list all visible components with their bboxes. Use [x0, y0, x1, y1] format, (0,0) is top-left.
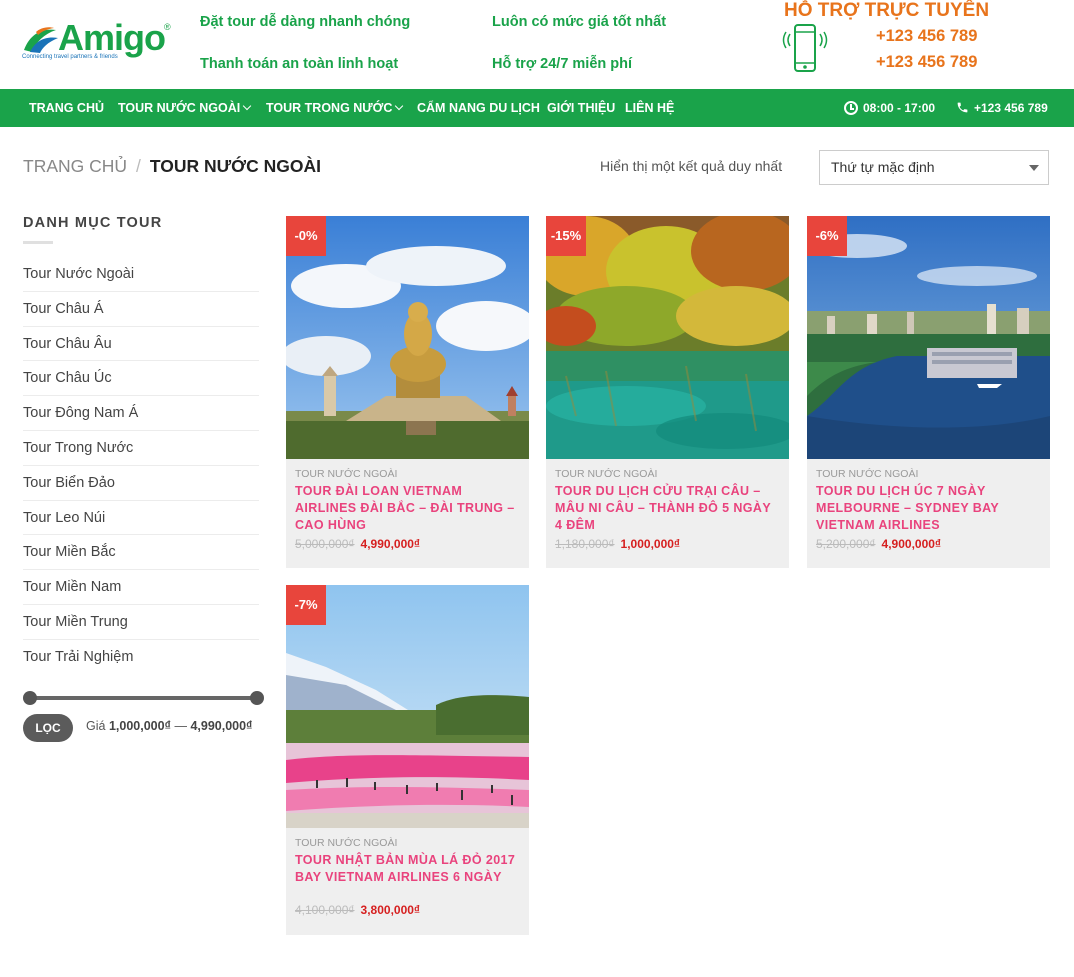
category-item[interactable]: Tour Miền Nam	[23, 570, 259, 605]
category-item[interactable]: Tour Nước Ngoài	[23, 257, 259, 292]
logo-mark-icon	[24, 27, 58, 53]
sale-price: 1,000,000₫	[620, 537, 681, 551]
price-slider-min-handle[interactable]	[23, 691, 37, 705]
product-prices: 1,180,000₫ 1,000,000₫	[555, 537, 680, 551]
product-category[interactable]: TOUR NƯỚC NGOÀI	[816, 468, 918, 480]
clock-icon	[844, 101, 858, 115]
product-category[interactable]: TOUR NƯỚC NGOÀI	[295, 468, 397, 480]
old-price: 4,100,000₫	[295, 903, 355, 917]
product-prices: 5,200,000₫ 4,900,000₫	[816, 537, 941, 551]
breadcrumb: TRANG CHỦ / TOUR NƯỚC NGOÀI	[23, 156, 321, 177]
category-item[interactable]: Tour Châu Âu	[23, 327, 259, 362]
chevron-down-icon	[395, 101, 404, 111]
feature-easy-booking: Đặt tour dễ dàng nhanh chóng	[200, 14, 411, 30]
sort-selected-value: Thứ tự mặc định	[831, 159, 935, 175]
nav-label: TRANG CHỦ	[29, 101, 104, 115]
old-price: 5,200,000₫	[816, 537, 876, 551]
sale-price: 4,900,000₫	[881, 537, 942, 551]
sale-price: 4,990,000₫	[360, 537, 421, 551]
discount-badge: -0%	[286, 216, 326, 256]
opening-hours: 08:00 - 17:00	[844, 89, 935, 127]
breadcrumb-home[interactable]: TRANG CHỦ	[23, 156, 127, 176]
product-prices: 4,100,000₫ 3,800,000₫	[295, 903, 420, 917]
product-image-buddha[interactable]: -0%	[286, 216, 529, 459]
breadcrumb-separator: /	[136, 156, 141, 176]
old-price: 1,180,000₫	[555, 537, 615, 551]
nav-item-domestic-tours[interactable]: TOUR TRONG NƯỚC	[266, 89, 404, 127]
product-image-fuji[interactable]: -7%	[286, 585, 529, 828]
product-title[interactable]: TOUR NHẬT BẢN MÙA LÁ ĐỎ 2017 BAY VIETNAM…	[295, 852, 521, 886]
feature-safe-payment: Thanh toán an toàn linh hoạt	[200, 56, 399, 72]
product-image-autumn-lake[interactable]: -15%	[546, 216, 789, 459]
sidebar-title-divider	[23, 241, 53, 244]
filter-button[interactable]: LỌC	[23, 714, 73, 742]
price-range-text: Giá 1,000,000₫ — 4,990,000₫	[86, 719, 252, 733]
nav-item-home[interactable]: TRANG CHỦ	[29, 89, 104, 127]
nav-label: CẨM NANG DU LỊCH	[417, 101, 540, 115]
price-slider-range	[30, 696, 257, 700]
category-item[interactable]: Tour Trong Nước	[23, 431, 259, 466]
category-item[interactable]: Tour Châu Úc	[23, 361, 259, 397]
site-header: Amigo ® Connecting travel partners & fri…	[0, 0, 1074, 89]
product-title[interactable]: TOUR DU LỊCH CỬU TRẠI CÂU – MÂU NI CÂU –…	[555, 483, 781, 534]
chevron-down-icon	[242, 101, 252, 111]
phone-handset-icon	[957, 102, 968, 113]
result-count: Hiển thị một kết quả duy nhất	[600, 158, 783, 174]
nav-label: TOUR NƯỚC NGOÀI	[118, 101, 241, 115]
main-nav: TRANG CHỦ TOUR NƯỚC NGOÀI TOUR TRONG NƯỚ…	[0, 89, 1074, 127]
price-min: 1,000,000₫	[108, 719, 171, 733]
phone-icon	[782, 24, 828, 72]
nav-item-foreign-tours[interactable]: TOUR NƯỚC NGOÀI	[118, 89, 252, 127]
caret-down-icon	[1029, 165, 1039, 171]
product-card[interactable]: -15% TOUR NƯỚC NGOÀI TOUR DU LỊCH CỬU TR…	[546, 216, 789, 568]
nav-item-travel-guide[interactable]: CẨM NANG DU LỊCH	[417, 89, 540, 127]
product-title[interactable]: TOUR DU LỊCH ÚC 7 NGÀY MELBOURNE – SYDNE…	[816, 483, 1042, 534]
product-category[interactable]: TOUR NƯỚC NGOÀI	[555, 468, 657, 480]
site-logo[interactable]: Amigo ® Connecting travel partners & fri…	[22, 17, 177, 64]
hours-text: 08:00 - 17:00	[863, 101, 936, 115]
nav-label: TOUR TRONG NƯỚC	[266, 101, 393, 115]
nav-phone-text: +123 456 789	[974, 101, 1048, 115]
category-item[interactable]: Tour Châu Á	[23, 292, 259, 327]
feature-best-price: Luôn có mức giá tốt nhất	[492, 14, 667, 30]
price-dash: —	[174, 719, 187, 733]
nav-item-about[interactable]: GIỚI THIỆU	[547, 89, 615, 127]
category-item[interactable]: Tour Trải Nghiệm	[23, 640, 259, 675]
category-item[interactable]: Tour Biển Đảo	[23, 466, 259, 501]
nav-item-contact[interactable]: LIÊN HỆ	[625, 89, 674, 127]
support-phone-1[interactable]: +123 456 789	[876, 27, 977, 46]
support-phone-2[interactable]: +123 456 789	[876, 53, 977, 72]
product-title[interactable]: TOUR ĐÀI LOAN VIETNAM AIRLINES ĐÀI BẮC –…	[295, 483, 521, 534]
price-slider-max-handle[interactable]	[250, 691, 264, 705]
logo-tagline: Connecting travel partners & friends	[22, 54, 118, 60]
discount-badge: -6%	[807, 216, 847, 256]
discount-badge: -15%	[546, 216, 586, 256]
breadcrumb-current: TOUR NƯỚC NGOÀI	[149, 156, 321, 176]
nav-label: LIÊN HỆ	[625, 101, 675, 115]
old-price: 5,000,000₫	[295, 537, 355, 551]
sidebar-title: DANH MỤC TOUR	[23, 215, 163, 231]
price-max: 4,990,000₫	[190, 719, 253, 733]
product-card[interactable]: -6% TOUR NƯỚC NGOÀI TOUR DU LỊCH ÚC 7 NG…	[807, 216, 1050, 568]
feature-support-247: Hỗ trợ 24/7 miễn phí	[492, 56, 633, 72]
nav-phone[interactable]: +123 456 789	[956, 89, 1048, 127]
support-title: HỖ TRỢ TRỰC TUYẾN	[784, 0, 990, 21]
nav-label: GIỚI THIỆU	[547, 101, 616, 115]
sort-select[interactable]: Thứ tự mặc định	[819, 150, 1049, 185]
category-list: Tour Nước Ngoài Tour Châu Á Tour Châu Âu…	[23, 257, 259, 675]
logo-registered: ®	[164, 22, 171, 32]
product-prices: 5,000,000₫ 4,990,000₫	[295, 537, 420, 551]
product-card[interactable]: -0% TOUR NƯỚC NGOÀI TOUR ĐÀI LOAN VIETNA…	[286, 216, 529, 568]
category-item[interactable]: Tour Đông Nam Á	[23, 396, 259, 431]
price-label: Giá	[86, 719, 106, 733]
category-item[interactable]: Tour Leo Núi	[23, 501, 259, 536]
category-item[interactable]: Tour Miền Bắc	[23, 535, 259, 571]
product-category[interactable]: TOUR NƯỚC NGOÀI	[295, 837, 397, 849]
logo-text: Amigo	[58, 17, 166, 58]
discount-badge: -7%	[286, 585, 326, 625]
product-image-sydney[interactable]: -6%	[807, 216, 1050, 459]
product-card[interactable]: -7% TOUR NƯỚC NGOÀI TOUR NHẬT BẢN MÙA LÁ…	[286, 585, 529, 935]
sale-price: 3,800,000₫	[360, 903, 421, 917]
category-item[interactable]: Tour Miền Trung	[23, 605, 259, 640]
